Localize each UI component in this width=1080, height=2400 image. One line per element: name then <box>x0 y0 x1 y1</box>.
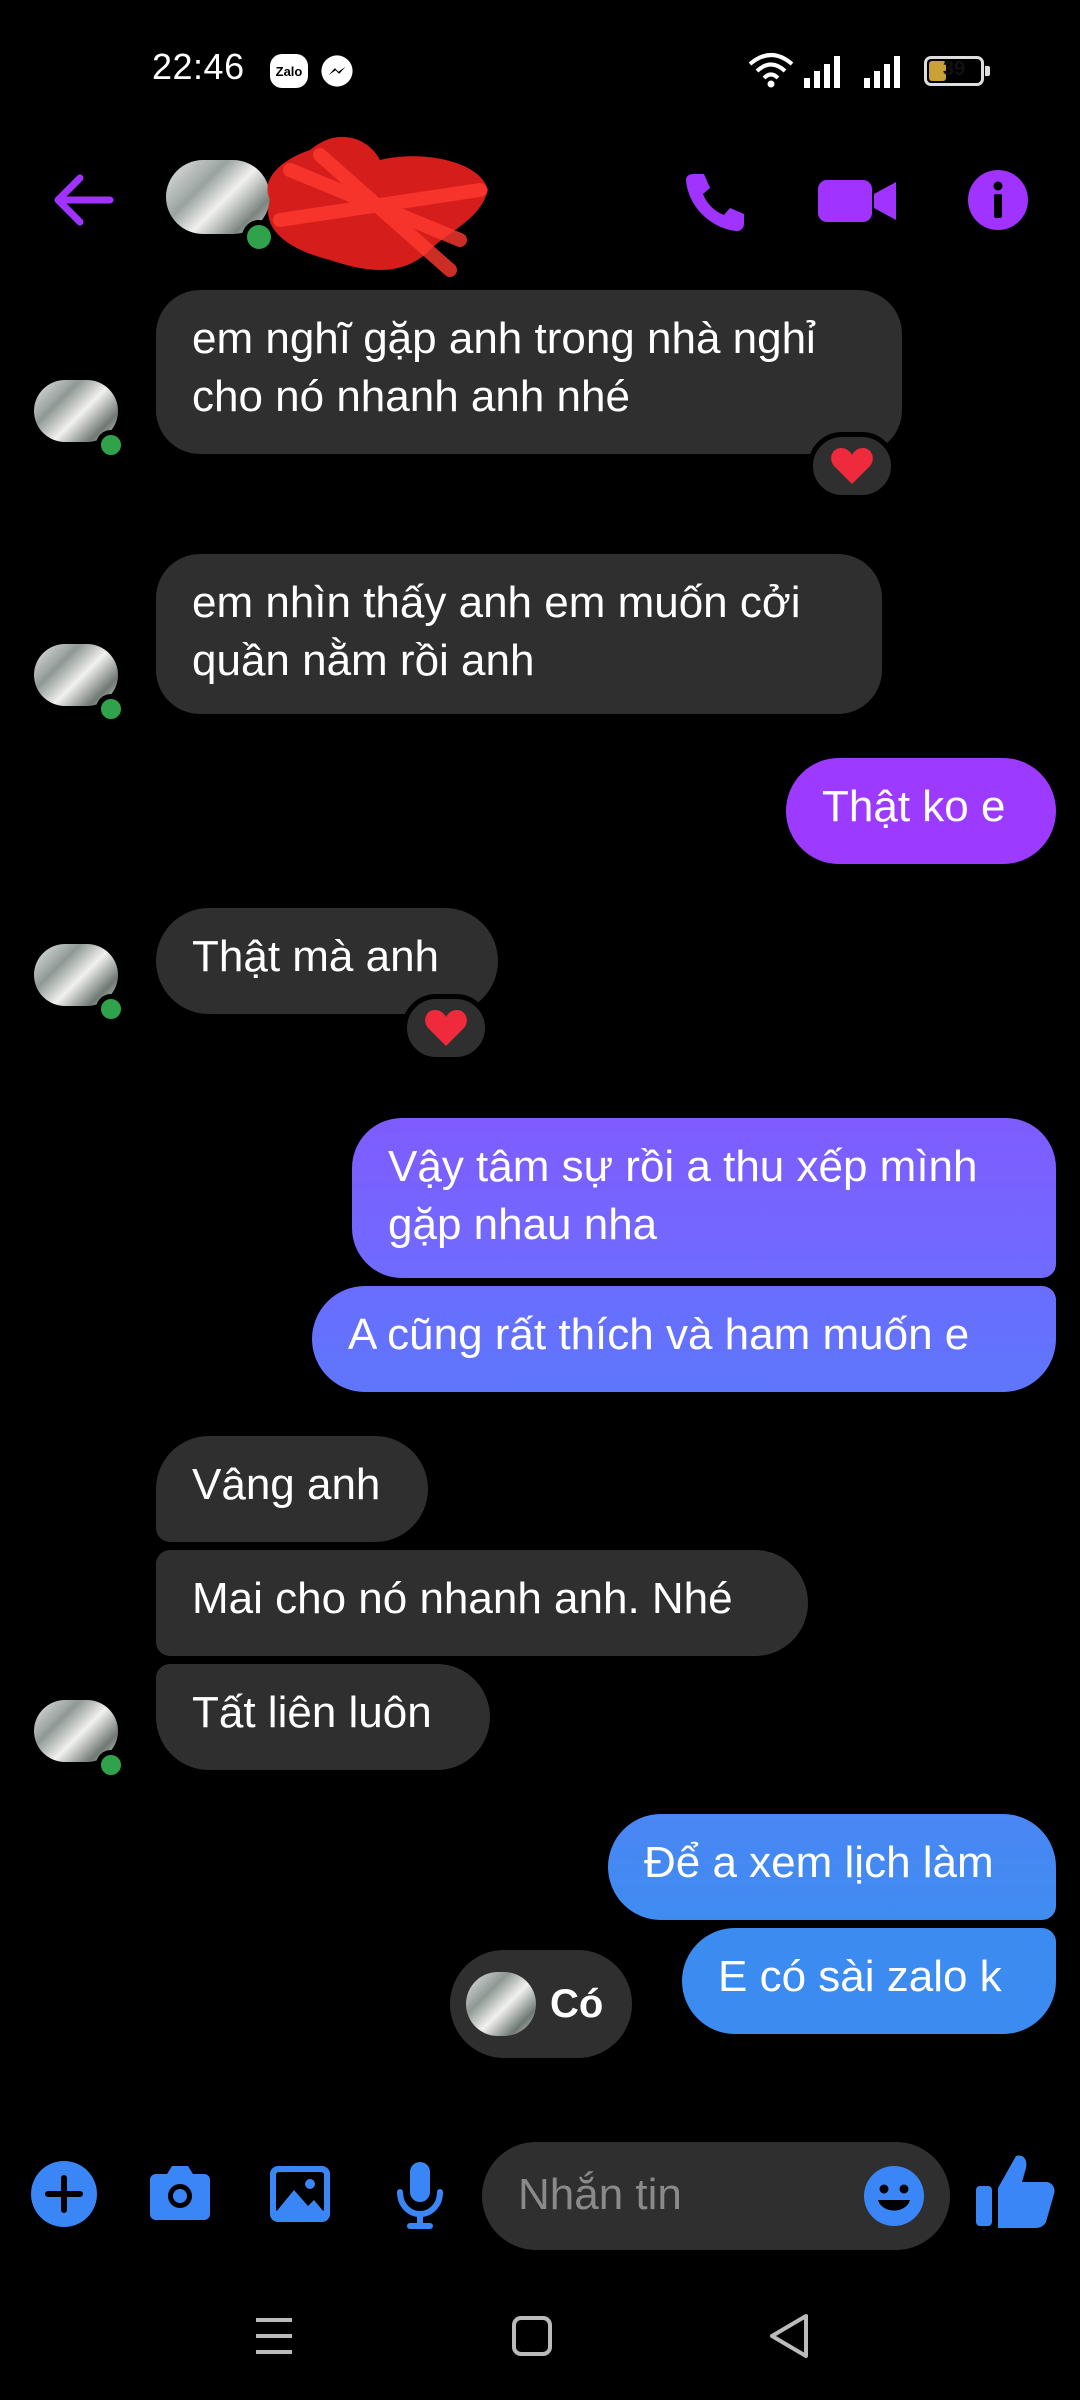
back-triangle-icon[interactable] <box>750 2296 830 2376</box>
info-icon[interactable] <box>958 160 1038 240</box>
message-bubble-incoming[interactable]: Mai cho nó nhanh anh. Nhé <box>156 1550 808 1656</box>
video-camera-icon[interactable] <box>812 160 902 240</box>
online-status-dot <box>96 994 126 1024</box>
sender-avatar[interactable] <box>34 944 126 1024</box>
battery-icon: 39 <box>924 56 990 86</box>
input-placeholder: Nhắn tin <box>518 2170 682 2219</box>
message-bubble-outgoing[interactable]: E có sài zalo k <box>682 1928 1056 2034</box>
camera-icon[interactable] <box>140 2154 220 2234</box>
wifi-icon <box>748 53 794 88</box>
plus-icon[interactable] <box>24 2154 104 2234</box>
messenger-icon <box>321 55 353 87</box>
typing-preview[interactable]: Có <box>450 1950 632 2058</box>
redaction-scribble <box>267 136 488 277</box>
phone-icon[interactable] <box>672 160 752 240</box>
sender-avatar[interactable] <box>34 1700 126 1780</box>
typing-avatar <box>466 1972 536 2036</box>
message-bubble-outgoing[interactable]: A cũng rất thích và ham muốn e <box>312 1286 1056 1392</box>
message-bubble-outgoing[interactable]: Thật ko e <box>786 758 1056 864</box>
online-status-dot <box>96 430 126 460</box>
status-time: 22:46 <box>152 46 245 87</box>
battery-level: 39 <box>942 58 966 80</box>
reaction-badge[interactable] <box>808 432 896 500</box>
message-input[interactable]: Nhắn tin <box>482 2142 950 2250</box>
message-bubble-outgoing[interactable]: Để a xem lịch làm <box>608 1814 1056 1920</box>
sender-avatar[interactable] <box>34 380 126 460</box>
online-status-dot <box>96 694 126 724</box>
emoji-icon[interactable] <box>862 2164 926 2228</box>
signal-icon <box>804 56 840 88</box>
back-arrow-icon[interactable] <box>44 160 124 240</box>
reaction-badge[interactable] <box>402 994 490 1062</box>
message-bubble-incoming[interactable]: Vâng anh <box>156 1436 428 1542</box>
thumbs-up-icon[interactable] <box>970 2146 1060 2236</box>
zalo-icon: Zalo <box>270 54 308 88</box>
message-bubble-incoming[interactable]: em nhìn thấy anh em muốn cởi quần nằm rồ… <box>156 554 882 714</box>
online-status-dot <box>96 1750 126 1780</box>
home-square-icon[interactable] <box>492 2296 572 2376</box>
image-icon[interactable] <box>260 2154 340 2234</box>
menu-icon[interactable] <box>234 2296 314 2376</box>
microphone-icon[interactable] <box>380 2154 460 2234</box>
sender-avatar[interactable] <box>34 644 126 724</box>
signal-icon <box>864 56 900 88</box>
message-bubble-outgoing[interactable]: Vậy tâm sự rồi a thu xếp mình gặp nhau n… <box>352 1118 1056 1278</box>
heart-icon <box>831 448 873 484</box>
message-bubble-incoming[interactable]: Tất liên luôn <box>156 1664 490 1770</box>
typing-preview-text: Có <box>550 1982 604 2026</box>
message-bubble-incoming[interactable]: em nghĩ gặp anh trong nhà nghỉ cho nó nh… <box>156 290 902 454</box>
heart-icon <box>425 1010 467 1046</box>
